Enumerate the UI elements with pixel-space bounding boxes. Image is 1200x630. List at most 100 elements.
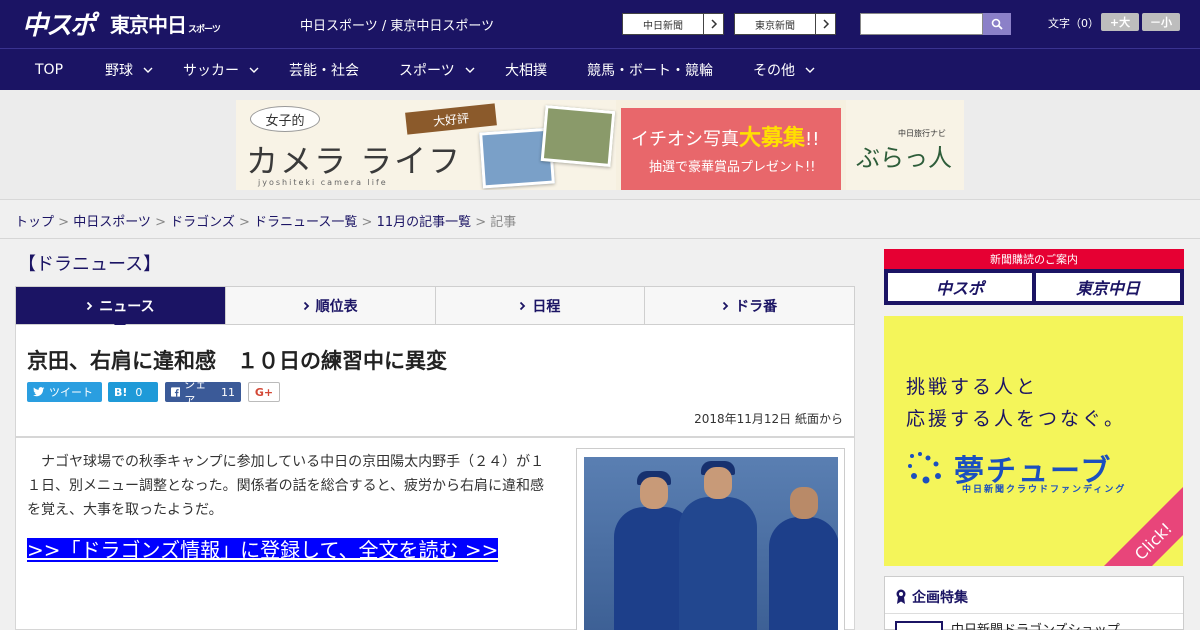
- nav-item-racing[interactable]: 競馬・ボート・競輪: [587, 49, 713, 91]
- breadcrumb-link[interactable]: 中日スポーツ: [73, 215, 151, 230]
- nav-label: TOP: [35, 62, 64, 78]
- chuspo-logo[interactable]: 中スポ: [22, 6, 96, 41]
- facebook-share-count: 11: [221, 385, 235, 399]
- banner-prize: 抽選で豪華賞品プレゼント!!: [649, 160, 816, 175]
- player-head: [790, 487, 818, 519]
- chevron-down-icon: [249, 67, 259, 73]
- nav-label: 芸能・社会: [289, 63, 359, 79]
- tab-doraban[interactable]: ドラ番: [644, 287, 854, 324]
- article-body: ナゴヤ球場での秋季キャンプに参加している中日の京田陽太内野手（２４）が１１日、別…: [15, 437, 855, 630]
- banner-subtitle: jyoshiteki camera life: [258, 178, 388, 187]
- banner-photo: [540, 105, 616, 167]
- article-header: 京田、右肩に違和感 １０日の練習中に異変 ツイート B! 0 シェア 11 G+ 2…: [15, 325, 855, 437]
- site-links[interactable]: 中日スポーツ / 東京中日スポーツ: [300, 15, 494, 34]
- nav-item-baseball[interactable]: 野球: [105, 49, 153, 91]
- tab-standings[interactable]: 順位表: [224, 287, 435, 324]
- banner-photos: [479, 104, 621, 189]
- feature-thumbnail[interactable]: [895, 621, 943, 630]
- nav-item-top[interactable]: TOP: [35, 49, 63, 91]
- banner-headline-post: !!: [805, 129, 820, 150]
- main-nav: TOP 野球 サッカー 芸能・社会 スポーツ 大相撲 競馬・ボート・競輪 その他: [0, 48, 1200, 90]
- banner-area: 女子的 カメラ ライフ jyoshiteki camera life 大好評 イ…: [0, 90, 1200, 200]
- chevron-right-icon: [520, 301, 526, 310]
- font-minus-button[interactable]: －小: [1142, 13, 1180, 31]
- search-input[interactable]: [860, 13, 983, 35]
- chevron-right-icon: [722, 301, 729, 310]
- feature-separator: [885, 613, 1183, 614]
- nav-item-sports[interactable]: スポーツ: [399, 49, 475, 91]
- breadcrumb-link[interactable]: ドラニュース一覧: [254, 215, 357, 230]
- tab-bar: ニュース 順位表 日程 ドラ番: [15, 286, 855, 331]
- chevron-right-icon: [303, 301, 309, 310]
- nav-item-other[interactable]: その他: [753, 49, 815, 91]
- feature-box: 企画特集 中日新聞ドラゴンズショップ: [884, 576, 1184, 630]
- subscription-header: 新聞購読のご案内: [884, 249, 1184, 269]
- tokyo-shimbun-button[interactable]: 東京新聞: [734, 13, 836, 35]
- banner-headline: イチオシ写真大募集!!: [631, 120, 819, 152]
- article-date: 2018年11月12日 紙面から: [694, 412, 843, 426]
- nav-label: 野球: [105, 63, 133, 79]
- banner-brand: 中日旅行ナビ ぶらっ人: [846, 100, 964, 190]
- banner-headline-big: 大募集: [739, 126, 806, 151]
- yume-tube-ad[interactable]: 挑戦する人と 応援する人をつなぐ。 夢チューブ 中日新聞クラウドファンディング …: [884, 316, 1183, 566]
- chevron-right-icon: [815, 14, 835, 34]
- chevron-down-icon: [465, 67, 475, 73]
- subscribe-tokyo-button[interactable]: 東京中日: [1036, 273, 1180, 301]
- hatena-count: 0: [135, 385, 143, 399]
- article-photo[interactable]: [584, 457, 838, 630]
- cta-text: >>「ドラゴンズ情報」に登録して、全文を読む >>: [27, 538, 499, 562]
- breadcrumb-sep: >: [471, 215, 491, 230]
- font-plus-button[interactable]: +大: [1101, 13, 1139, 31]
- nav-item-soccer[interactable]: サッカー: [183, 49, 259, 91]
- ribbon-icon: [896, 589, 906, 604]
- breadcrumb-current: 記事: [490, 215, 517, 230]
- tokyo-logo-small: スポーツ: [188, 24, 221, 35]
- gplus-button[interactable]: G+: [248, 382, 280, 402]
- facebook-share-button[interactable]: シェア 11: [165, 378, 241, 407]
- breadcrumb-link[interactable]: トップ: [15, 215, 54, 230]
- hatena-button[interactable]: B! 0: [108, 382, 158, 402]
- chunichi-shimbun-button[interactable]: 中日新聞: [622, 13, 724, 35]
- camera-life-banner[interactable]: 女子的 カメラ ライフ jyoshiteki camera life 大好評 イ…: [236, 100, 964, 190]
- nav-item-sumo[interactable]: 大相撲: [505, 49, 547, 91]
- tab-schedule[interactable]: 日程: [434, 287, 645, 324]
- yume-dots-icon: [908, 452, 941, 484]
- tokyo-shimbun-label: 東京新聞: [755, 20, 795, 32]
- breadcrumb-sep: >: [150, 215, 171, 230]
- breadcrumb: トップ > 中日スポーツ > ドラゴンズ > ドラニュース一覧 > 11月の記事…: [15, 211, 516, 230]
- chevron-down-icon: [805, 67, 815, 73]
- subscribe-chuspo-button[interactable]: 中スポ: [888, 273, 1032, 301]
- tokyo-logo-text: 東京中日: [110, 12, 187, 37]
- nav-label: その他: [753, 63, 795, 79]
- yume-line-1: 挑戦する人と: [906, 376, 1039, 398]
- newspaper-subscription-banner[interactable]: 新聞購読のご案内 中スポ 東京中日: [884, 249, 1184, 305]
- read-full-article-link[interactable]: >>「ドラゴンズ情報」に登録して、全文を読む >>: [27, 536, 566, 564]
- banner-joshi: 女子的: [250, 106, 320, 132]
- search-button[interactable]: [983, 13, 1011, 35]
- twitter-icon: [33, 387, 45, 397]
- feature-item[interactable]: 中日新聞ドラゴンズショップ: [951, 619, 1120, 630]
- divider: [0, 238, 1200, 239]
- breadcrumb-sep: >: [234, 215, 255, 230]
- chevron-right-icon: [703, 14, 723, 34]
- site-header: 中スポ 東京中日 スポーツ 中日スポーツ / 東京中日スポーツ 中日新聞 東京新聞…: [0, 0, 1200, 48]
- breadcrumb-sep: >: [54, 215, 74, 230]
- hatena-icon: B!: [114, 385, 128, 399]
- tab-label: 日程: [532, 298, 561, 315]
- facebook-share-label: シェア: [184, 378, 207, 407]
- breadcrumb-link[interactable]: ドラゴンズ: [170, 215, 235, 230]
- font-size-label: 文字（0）: [1048, 17, 1099, 30]
- nav-label: スポーツ: [399, 63, 455, 79]
- nav-label: 競馬・ボート・競輪: [587, 63, 713, 79]
- player-figure: [769, 487, 838, 630]
- article-headline: 京田、右肩に違和感 １０日の練習中に異変: [27, 349, 447, 373]
- breadcrumb-link[interactable]: 11月の記事一覧: [377, 215, 472, 230]
- yume-line-2: 応援する人をつなぐ。: [906, 408, 1127, 430]
- tokyo-chunichi-logo[interactable]: 東京中日 スポーツ: [110, 6, 221, 40]
- tab-label: ニュース: [99, 298, 155, 315]
- tweet-button[interactable]: ツイート: [27, 382, 102, 402]
- nav-item-entertainment[interactable]: 芸能・社会: [289, 49, 359, 91]
- tab-news[interactable]: ニュース: [16, 287, 225, 331]
- article-lead: ナゴヤ球場での秋季キャンプに参加している中日の京田陽太内野手（２４）が１１日、別…: [27, 454, 545, 518]
- nav-label: サッカー: [183, 63, 239, 79]
